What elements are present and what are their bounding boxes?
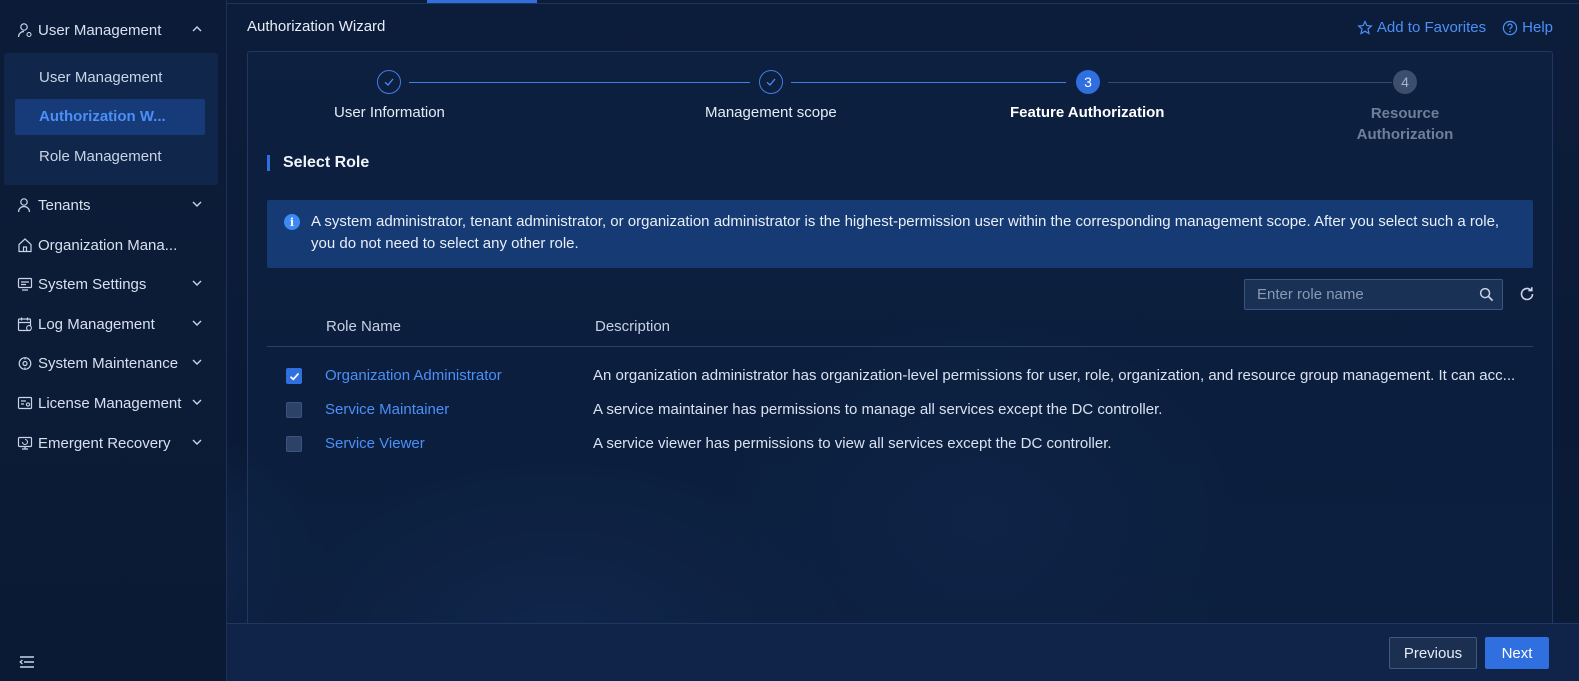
help-label: Help [1522, 19, 1553, 36]
sidebar-group-label: User Management [38, 21, 162, 39]
header-links: Add to Favorites Help [1357, 19, 1553, 36]
checkmark-icon [289, 372, 299, 381]
help-link[interactable]: Help [1502, 19, 1553, 36]
sidebar-group-label: Tenants [38, 196, 91, 214]
step-connector [409, 82, 750, 83]
info-banner: i A system administrator, tenant adminis… [267, 200, 1533, 268]
user-icon [17, 22, 33, 38]
step-4-label: Resource Authorization [1340, 103, 1470, 145]
step-3-indicator: 3 [1076, 70, 1100, 94]
section-title: Select Role [283, 154, 370, 171]
chevron-down-icon [192, 320, 202, 326]
active-tab-indicator [427, 0, 537, 3]
role-name-link[interactable]: Service Viewer [325, 435, 425, 452]
role-name-link[interactable]: Service Maintainer [325, 401, 449, 418]
sidebar-group-label: Organization Mana... [38, 236, 178, 254]
log-calendar-icon [17, 316, 33, 332]
sidebar-group-license-management[interactable]: License Management [0, 383, 227, 423]
role-name-link[interactable]: Organization Administrator [325, 367, 502, 384]
home-icon [17, 237, 33, 253]
step-connector [1108, 82, 1392, 83]
role-search-input[interactable] [1245, 280, 1470, 309]
step-2-label: Management scope [705, 104, 837, 121]
table-row: Service Viewer A service viewer has perm… [267, 428, 1533, 462]
row-checkbox[interactable] [286, 436, 302, 452]
sidebar-group-label: Emergent Recovery [38, 434, 171, 452]
wizard-footer [227, 623, 1579, 681]
collapse-menu-icon[interactable] [19, 655, 35, 669]
sidebar-group-label: Log Management [38, 315, 155, 333]
chevron-down-icon [192, 201, 202, 207]
row-checkbox[interactable] [286, 368, 302, 384]
sidebar-group-system-maintenance[interactable]: System Maintenance [0, 343, 227, 383]
maintenance-icon [17, 355, 33, 371]
step-4-label-line1: Resource [1370, 105, 1440, 122]
previous-button[interactable]: Previous [1389, 637, 1477, 669]
sidebar-group-label: License Management [38, 394, 182, 412]
chevron-down-icon [192, 359, 202, 365]
chevron-down-icon [192, 439, 202, 445]
table-row: Service Maintainer A service maintainer … [267, 394, 1533, 428]
sidebar-item-user-management[interactable]: User Management [15, 60, 205, 96]
step-3-label: Feature Authorization [1010, 104, 1165, 121]
license-icon [17, 395, 33, 411]
sidebar-group-user-management[interactable]: User Management [0, 10, 227, 50]
sidebar-group-emergent-recovery[interactable]: Emergent Recovery [0, 423, 227, 463]
help-icon [1502, 20, 1518, 35]
sidebar: User Management User Management Authoriz… [0, 0, 227, 681]
step-1-done-icon [377, 70, 401, 94]
top-divider [0, 3, 1579, 4]
star-icon [1357, 19, 1373, 35]
chevron-down-icon [192, 399, 202, 405]
step-connector [791, 82, 1066, 83]
refresh-icon[interactable] [1518, 285, 1536, 303]
sidebar-group-log-management[interactable]: Log Management [0, 304, 227, 344]
sidebar-item-authorization-wizard[interactable]: Authorization W... [15, 99, 205, 135]
search-icon[interactable] [1479, 287, 1494, 302]
chevron-up-icon [192, 26, 202, 32]
page-title: Authorization Wizard [247, 18, 386, 35]
table-row: Organization Administrator An organizati… [267, 360, 1533, 394]
settings-screen-icon [17, 276, 33, 292]
step-4-label-line2: Authorization [1356, 126, 1454, 143]
add-to-favorites-label: Add to Favorites [1376, 19, 1487, 36]
sidebar-group-label: System Maintenance [38, 354, 179, 372]
column-header-description: Description [595, 318, 671, 335]
info-icon: i [284, 214, 300, 230]
step-4-indicator: 4 [1393, 70, 1417, 94]
role-description: An organization administrator has organi… [593, 367, 1516, 384]
column-header-role-name: Role Name [326, 318, 402, 335]
info-text: A system administrator, tenant administr… [311, 213, 1500, 252]
chevron-down-icon [192, 280, 202, 286]
sidebar-item-role-management[interactable]: Role Management [15, 139, 205, 175]
recovery-icon [17, 435, 33, 451]
sidebar-group-tenants[interactable]: Tenants [0, 185, 227, 225]
sidebar-group-system-settings[interactable]: System Settings [0, 264, 227, 304]
step-1-label: User Information [334, 104, 445, 121]
sidebar-group-organization-management[interactable]: Organization Mana... [0, 225, 227, 265]
section-marker [267, 155, 270, 171]
add-to-favorites-link[interactable]: Add to Favorites [1357, 19, 1486, 36]
step-2-done-icon [759, 70, 783, 94]
user-management-submenu: User Management Authorization W... Role … [4, 53, 218, 185]
sidebar-group-label: System Settings [38, 275, 147, 293]
table-header-divider [267, 346, 1533, 347]
role-search [1244, 279, 1503, 310]
role-description: A service maintainer has permissions to … [593, 401, 1163, 418]
role-description: A service viewer has permissions to view… [593, 435, 1112, 452]
row-checkbox[interactable] [286, 402, 302, 418]
next-button[interactable]: Next [1485, 637, 1549, 669]
tenants-icon [17, 197, 33, 213]
